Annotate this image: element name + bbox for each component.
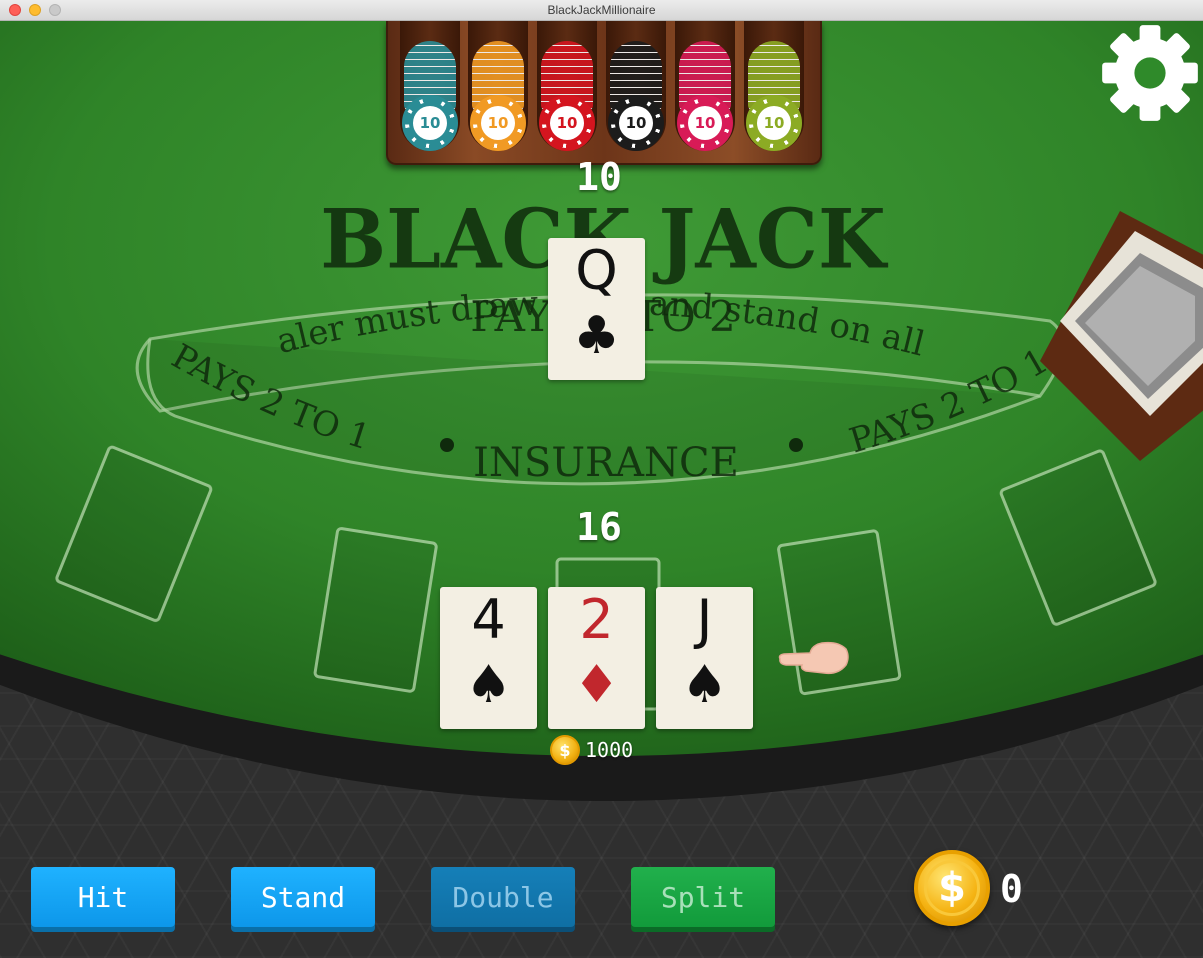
insurance-dot-left	[440, 438, 454, 452]
card-rank: J	[696, 588, 713, 651]
chip-value: 10	[757, 106, 791, 140]
coin-icon: $	[914, 850, 990, 926]
chip-value: 10	[413, 106, 447, 140]
chip-slot-4[interactable]: 10	[606, 21, 666, 151]
chip-5[interactable]: 10	[677, 95, 733, 151]
split-button[interactable]: Split	[631, 867, 775, 927]
double-button[interactable]: Double	[431, 867, 575, 927]
window-title: BlackJackMillionaire	[547, 3, 656, 17]
card-rank: Q	[575, 239, 618, 302]
player-card-1: 4 ♠	[440, 587, 537, 729]
card-rank: 2	[579, 588, 614, 651]
player-bet: $ 1000	[550, 735, 633, 765]
chip-value: 10	[619, 106, 653, 140]
chip-slot-6[interactable]: 10	[744, 21, 804, 151]
spade-suit-icon: ♠	[465, 655, 512, 715]
chip-slot-3[interactable]: 10	[537, 21, 597, 151]
chip-3[interactable]: 10	[539, 95, 595, 151]
club-suit-icon: ♣	[573, 306, 620, 366]
chip-2[interactable]: 10	[470, 95, 526, 151]
coin-icon: $	[550, 735, 580, 765]
settings-gear-icon[interactable]	[1098, 21, 1202, 125]
chip-value: 10	[688, 106, 722, 140]
chip-6[interactable]: 10	[746, 95, 802, 151]
player-score: 16	[576, 505, 622, 549]
window-titlebar: BlackJackMillionaire	[0, 0, 1203, 21]
insurance-dot-right	[789, 438, 803, 452]
wallet-balance: 0	[1000, 867, 1023, 911]
card-rank: 4	[471, 588, 506, 651]
bet-amount: 1000	[585, 738, 634, 762]
stand-button[interactable]: Stand	[231, 867, 375, 927]
game-area: BLACK JACK PAYS 3 TO 2 dealer must draw …	[0, 21, 1203, 958]
dealer-card-1: Q ♣	[548, 238, 645, 380]
dealer-score: 10	[576, 155, 622, 199]
chip-slot-2[interactable]: 10	[468, 21, 528, 151]
hit-button[interactable]: Hit	[31, 867, 175, 927]
chip-4[interactable]: 10	[608, 95, 664, 151]
pointing-hand-icon	[778, 641, 849, 675]
diamond-suit-icon: ♦	[573, 655, 620, 715]
chip-slot-5[interactable]: 10	[675, 21, 735, 151]
chip-1[interactable]: 10	[402, 95, 458, 151]
bet-spot-2[interactable]	[313, 527, 438, 693]
dollar-icon: $	[924, 860, 980, 916]
chip-tray: 10 10 10 10 10 10	[386, 21, 822, 165]
chip-slot-1[interactable]: 10	[400, 21, 460, 151]
player-card-3: J ♠	[656, 587, 753, 729]
insurance-text: INSURANCE	[473, 440, 739, 486]
chip-value: 10	[481, 106, 515, 140]
player-card-2: 2 ♦	[548, 587, 645, 729]
chip-value: 10	[550, 106, 584, 140]
spade-suit-icon: ♠	[681, 655, 728, 715]
